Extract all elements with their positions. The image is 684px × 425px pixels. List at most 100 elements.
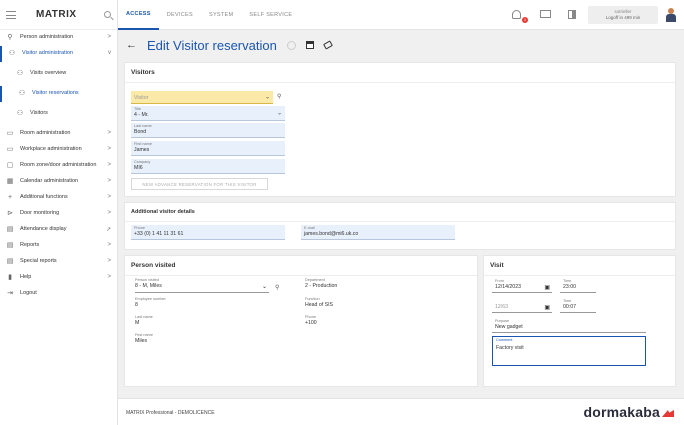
department: Department 2 - Production xyxy=(305,278,338,289)
visitors-title: Visitors xyxy=(125,63,675,83)
top-icons: 1 sotrieller Logoff in 499 min xyxy=(504,5,676,24)
workplace-icon: ▭ xyxy=(6,146,14,153)
person-lastname: Last name M xyxy=(135,315,153,326)
zone-icon: ▢ xyxy=(6,162,14,169)
from-time-field[interactable]: Time 23:00 xyxy=(560,278,596,293)
footer: MATRIX Professional - DEMOLICENCE dormak… xyxy=(118,398,684,425)
visit-title: Visit xyxy=(484,256,675,276)
notification-badge: 1 xyxy=(522,16,528,23)
person-visited-select[interactable]: Person visited 8 - M, Miles ⌄ xyxy=(135,278,269,293)
sidebar-item-workplace-administration[interactable]: ▭ Workplace administration > xyxy=(0,142,117,158)
avatar[interactable] xyxy=(666,7,676,22)
door-button[interactable] xyxy=(568,9,580,20)
lastname-field[interactable]: Last name Bond xyxy=(131,123,285,138)
top-bar: ACCESS DEVICES SYSTEM SELF SERVICE 1 sot… xyxy=(118,0,684,30)
sidebar-item-room-zone-door-administration[interactable]: ▢ Room zone/door administration > xyxy=(0,158,117,174)
sidebar-item-person-administration[interactable]: ⚲ Person administration > xyxy=(0,30,117,46)
messages-button[interactable] xyxy=(540,9,552,20)
visit-panel: Visit From 12/14/2023 ▣ Time 23:00 12/63… xyxy=(483,255,676,387)
external-link-icon: ↗ xyxy=(105,227,111,233)
employee-number: Employee number 8 xyxy=(135,297,166,308)
reservation-icon: ⚇ xyxy=(18,90,26,97)
app-logo: MATRIX xyxy=(36,9,77,20)
until-date-field[interactable]: 12/63 ▣ xyxy=(492,298,552,313)
purpose-field[interactable]: Purpose New gadget xyxy=(492,318,646,333)
logo-row: MATRIX xyxy=(0,0,117,30)
person-firstname: First name Miles xyxy=(135,333,153,344)
help-icon: ▮ xyxy=(8,274,12,281)
until-time-field[interactable]: Time 00:07 xyxy=(560,298,596,313)
sidebar-item-attendance-display[interactable]: ▤ Attendance display ↗ xyxy=(0,222,117,238)
calendar-icon[interactable]: ▣ xyxy=(544,284,550,291)
sidebar-item-calendar-administration[interactable]: ▦ Calendar administration > xyxy=(0,174,117,190)
function: Function Head of SIS xyxy=(305,297,333,308)
sidebar-item-visitor-reservations[interactable]: ⚇ Visitor reservations xyxy=(0,86,117,102)
chevron-down-icon: ⌄ xyxy=(276,110,282,117)
sidebar-item-special-reports[interactable]: ▤ Special reports > xyxy=(0,254,117,270)
visitors-panel: Visitors Visitor ⌄ ⚲ Title 4 - Mr. ⌄ Las… xyxy=(124,62,676,197)
sidebar-item-door-monitoring[interactable]: ⊳ Door monitoring > xyxy=(0,206,117,222)
visits-icon: ⚇ xyxy=(16,70,24,77)
reports-icon: ▤ xyxy=(6,242,14,249)
tab-devices[interactable]: DEVICES xyxy=(159,0,201,30)
sidebar-item-visits-overview[interactable]: ⚇ Visits overview xyxy=(0,66,117,82)
footer-text: MATRIX Professional - DEMOLICENCE xyxy=(126,410,215,416)
additional-details-panel: Additional visitor details Phone +33 (0)… xyxy=(124,202,676,250)
user-name: sotrieller xyxy=(614,9,632,14)
search-icon[interactable] xyxy=(104,11,111,18)
tab-system[interactable]: SYSTEM xyxy=(201,0,241,30)
redo-icon[interactable] xyxy=(286,40,296,50)
comment-field[interactable]: Comment Factory visit xyxy=(492,336,646,366)
from-date-field[interactable]: From 12/14/2023 ▣ xyxy=(492,278,552,293)
plus-icon: + xyxy=(7,194,13,201)
attendance-icon: ▤ xyxy=(6,226,14,233)
sidebar-item-help[interactable]: ▮ Help > xyxy=(0,270,117,286)
phone-field[interactable]: Phone +33 (0) 1 41 11 31 61 xyxy=(131,225,285,240)
visitor-select[interactable]: Visitor ⌄ xyxy=(131,91,273,104)
email-field[interactable]: E-mail james.bond@mi6.uk.co xyxy=(301,225,455,240)
calendar-icon: ▦ xyxy=(6,178,14,185)
user-session[interactable]: sotrieller Logoff in 499 min xyxy=(588,5,658,24)
title-select[interactable]: Title 4 - Mr. ⌄ xyxy=(131,106,285,121)
sidebar-item-visitor-administration[interactable]: ⚇ Visitor administration v xyxy=(0,46,117,62)
sidebar-item-additional-functions[interactable]: + Additional functions > xyxy=(0,190,117,206)
save-icon[interactable] xyxy=(305,41,314,49)
room-icon: ▭ xyxy=(6,130,14,137)
page-header: ← Edit Visitor reservation xyxy=(118,30,684,60)
door-monitor-icon: ⊳ xyxy=(7,210,13,217)
special-reports-icon: ▤ xyxy=(6,258,14,265)
sidebar-item-logout[interactable]: ⇥ Logout xyxy=(0,286,117,302)
sidebar-item-room-administration[interactable]: ▭ Room administration > xyxy=(0,126,117,142)
visitor-icon: ⚇ xyxy=(8,50,16,57)
logoff-timer: Logoff in 499 min xyxy=(605,15,641,20)
chevron-down-icon: ⌄ xyxy=(261,284,267,290)
back-arrow-icon[interactable]: ← xyxy=(126,39,137,51)
calendar-icon[interactable]: ▣ xyxy=(544,304,550,311)
door-icon xyxy=(568,9,576,19)
sidebar: MATRIX ⚲ Person administration > ⚇ Visit… xyxy=(0,0,118,425)
brand-mark-icon xyxy=(662,410,674,417)
company-field[interactable]: Company MI6 xyxy=(131,159,285,174)
additional-details-title: Additional visitor details xyxy=(125,203,675,222)
brand-logo: dormakaba xyxy=(584,404,674,420)
tab-self-service[interactable]: SELF SERVICE xyxy=(241,0,300,30)
chevron-down-icon: ⌄ xyxy=(264,94,270,101)
person-search-icon[interactable]: ⚲ xyxy=(275,284,279,291)
notifications-button[interactable]: 1 xyxy=(512,9,528,23)
sidebar-item-visitors[interactable]: ⚇ Visitors xyxy=(0,106,117,122)
logout-icon: ⇥ xyxy=(7,290,13,297)
firstname-field[interactable]: First name James xyxy=(131,141,285,156)
mail-icon xyxy=(540,9,551,18)
eraser-icon[interactable] xyxy=(322,40,333,50)
tab-access[interactable]: ACCESS xyxy=(118,0,159,30)
sidebar-item-reports[interactable]: ▤ Reports > xyxy=(0,238,117,254)
new-advance-reservation-button[interactable]: NEW ADVANCE RESERVATION FOR THIS VISITOR xyxy=(131,178,268,190)
person-search-icon: ⚲ xyxy=(7,34,13,41)
menu-icon[interactable] xyxy=(6,10,16,19)
person-visited-title: Person visited xyxy=(125,256,477,276)
person-phone: Phone +100 xyxy=(305,315,317,326)
visitors-icon: ⚇ xyxy=(16,110,24,117)
person-visited-panel: Person visited Person visited 8 - M, Mil… xyxy=(124,255,478,387)
visitor-search-icon[interactable]: ⚲ xyxy=(277,93,281,100)
page-title: Edit Visitor reservation xyxy=(147,37,277,53)
